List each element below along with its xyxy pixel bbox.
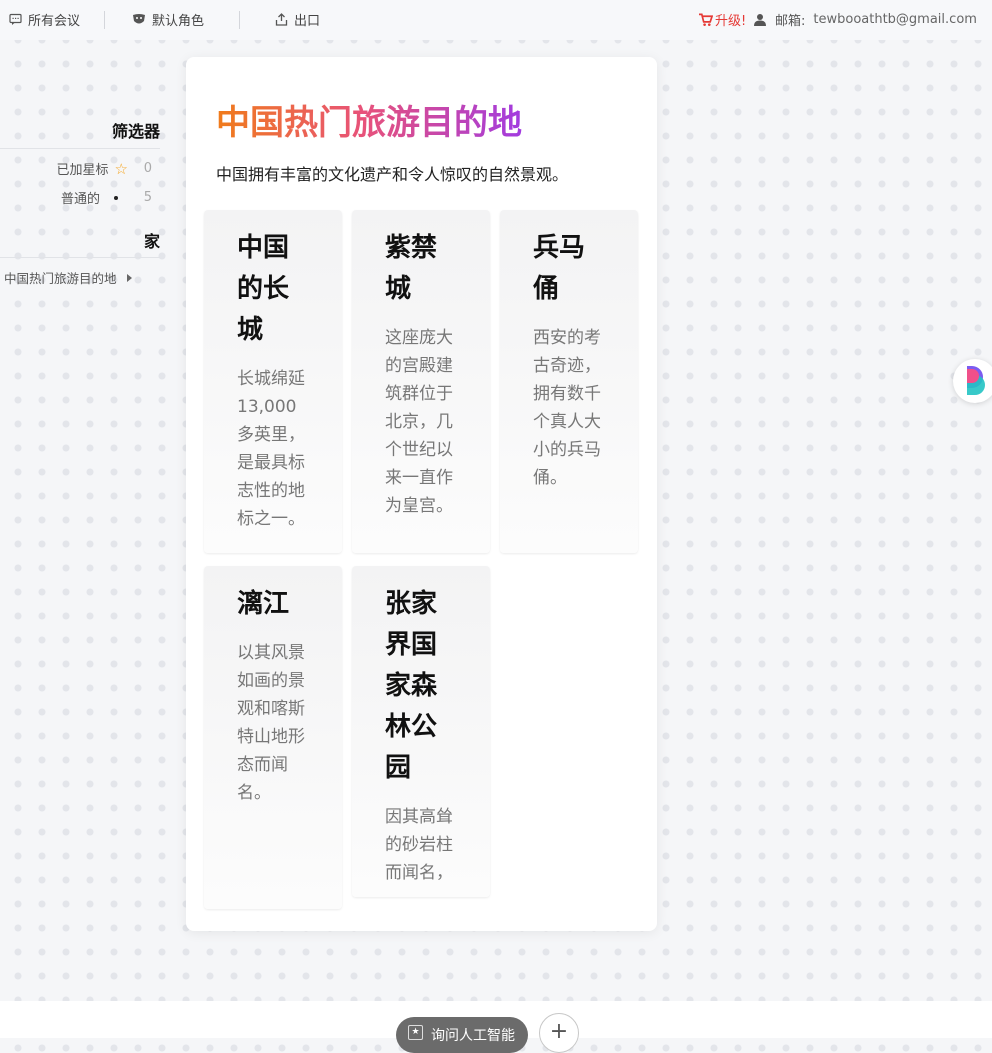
upgrade-button[interactable]: 升级! (699, 10, 746, 29)
page-subtitle: 中国拥有丰富的文化遗产和令人惊叹的自然景观。 (216, 165, 569, 184)
destination-desc: 长城绵延13,000多英里，是最具标志性的地标之一。 (237, 369, 305, 529)
page-title: 中国热门旅游目的地 (216, 95, 522, 144)
divider (0, 148, 160, 149)
theater-mask-icon (132, 13, 146, 27)
destination-name: 漓江 (237, 589, 290, 619)
main-card: 中国热门旅游目的地 中国拥有丰富的文化遗产和令人惊叹的自然景观。 中国的长城 长… (186, 57, 657, 931)
assistant-launcher-button[interactable] (953, 359, 992, 403)
ask-ai-label: 询问人工智能 (431, 1028, 515, 1044)
export-button[interactable]: 出口 (274, 10, 320, 29)
destination-card[interactable]: 紫禁城 这座庞大的宫殿建筑群位于北京，几个世纪以来一直作为皇宫。 (352, 210, 490, 553)
home-title: 家 (143, 232, 160, 251)
destination-card[interactable]: 张家界国家森林公园 因其高耸的砂岩柱而闻名， (352, 566, 490, 897)
filters-title: 筛选器 (111, 122, 160, 141)
bottom-bar: ★ 询问人工智能 + (0, 1001, 992, 1053)
user-icon (753, 13, 767, 27)
ask-ai-button[interactable]: ★ 询问人工智能 (396, 1017, 528, 1053)
sidebar-item-page[interactable]: 中国热门旅游目的地 (4, 268, 132, 287)
starred-count: 0 (143, 161, 152, 176)
default-role-label: 默认角色 (152, 14, 205, 29)
destination-name: 张家界国家森林公园 (385, 589, 438, 783)
cart-icon (699, 13, 713, 27)
caret-right-icon (126, 273, 132, 282)
destination-name: 紫禁城 (385, 233, 438, 304)
divider (104, 11, 105, 29)
add-button[interactable]: + (539, 1013, 579, 1053)
destination-name: 兵马俑 (533, 233, 586, 304)
destination-card[interactable]: 中国的长城 长城绵延13,000多英里，是最具标志性的地标之一。 (204, 210, 342, 553)
all-meetings-button[interactable]: 所有会议 (8, 10, 80, 29)
sidebar-item-label: 中国热门旅游目的地 (4, 271, 117, 286)
destination-card[interactable]: 兵马俑 西安的考古奇迹，拥有数千个真人大小的兵马俑。 (500, 210, 638, 553)
starred-label: 已加星标 (56, 163, 109, 178)
default-role-button[interactable]: 默认角色 (132, 10, 204, 29)
normal-label: 普通的 (60, 192, 100, 207)
filter-starred[interactable]: 已加星标 ☆ 0 (56, 159, 152, 179)
email-label: 邮箱: (775, 14, 806, 29)
email-value: tewbooathtb@gmail.com (813, 12, 977, 27)
dot-icon (114, 195, 118, 200)
destination-name: 中国的长城 (237, 233, 290, 345)
divider (0, 257, 160, 258)
destination-desc: 西安的考古奇迹，拥有数千个真人大小的兵马俑。 (533, 328, 601, 488)
destination-desc: 以其风景如画的景观和喀斯特山地形态而闻名。 (237, 643, 305, 803)
star-icon: ☆ (114, 159, 128, 178)
destination-desc: 因其高耸的砂岩柱而闻名， (385, 807, 453, 883)
all-meetings-label: 所有会议 (28, 14, 81, 29)
top-bar: 所有会议 默认角色 出口 升级! 邮箱: tewbooathtb@gmail.c… (0, 0, 992, 40)
divider (239, 11, 240, 29)
filter-normal[interactable]: 普通的 5 (61, 188, 152, 207)
chat-icon (8, 13, 22, 27)
destination-desc: 这座庞大的宫殿建筑群位于北京，几个世纪以来一直作为皇宫。 (385, 328, 453, 516)
export-icon (274, 13, 288, 27)
export-label: 出口 (294, 14, 321, 29)
destination-card[interactable]: 漓江 以其风景如画的景观和喀斯特山地形态而闻名。 (204, 566, 342, 909)
upgrade-label: 升级! (715, 14, 747, 29)
normal-count: 5 (143, 190, 152, 205)
account-info[interactable]: 邮箱: tewbooathtb@gmail.com (753, 10, 977, 29)
